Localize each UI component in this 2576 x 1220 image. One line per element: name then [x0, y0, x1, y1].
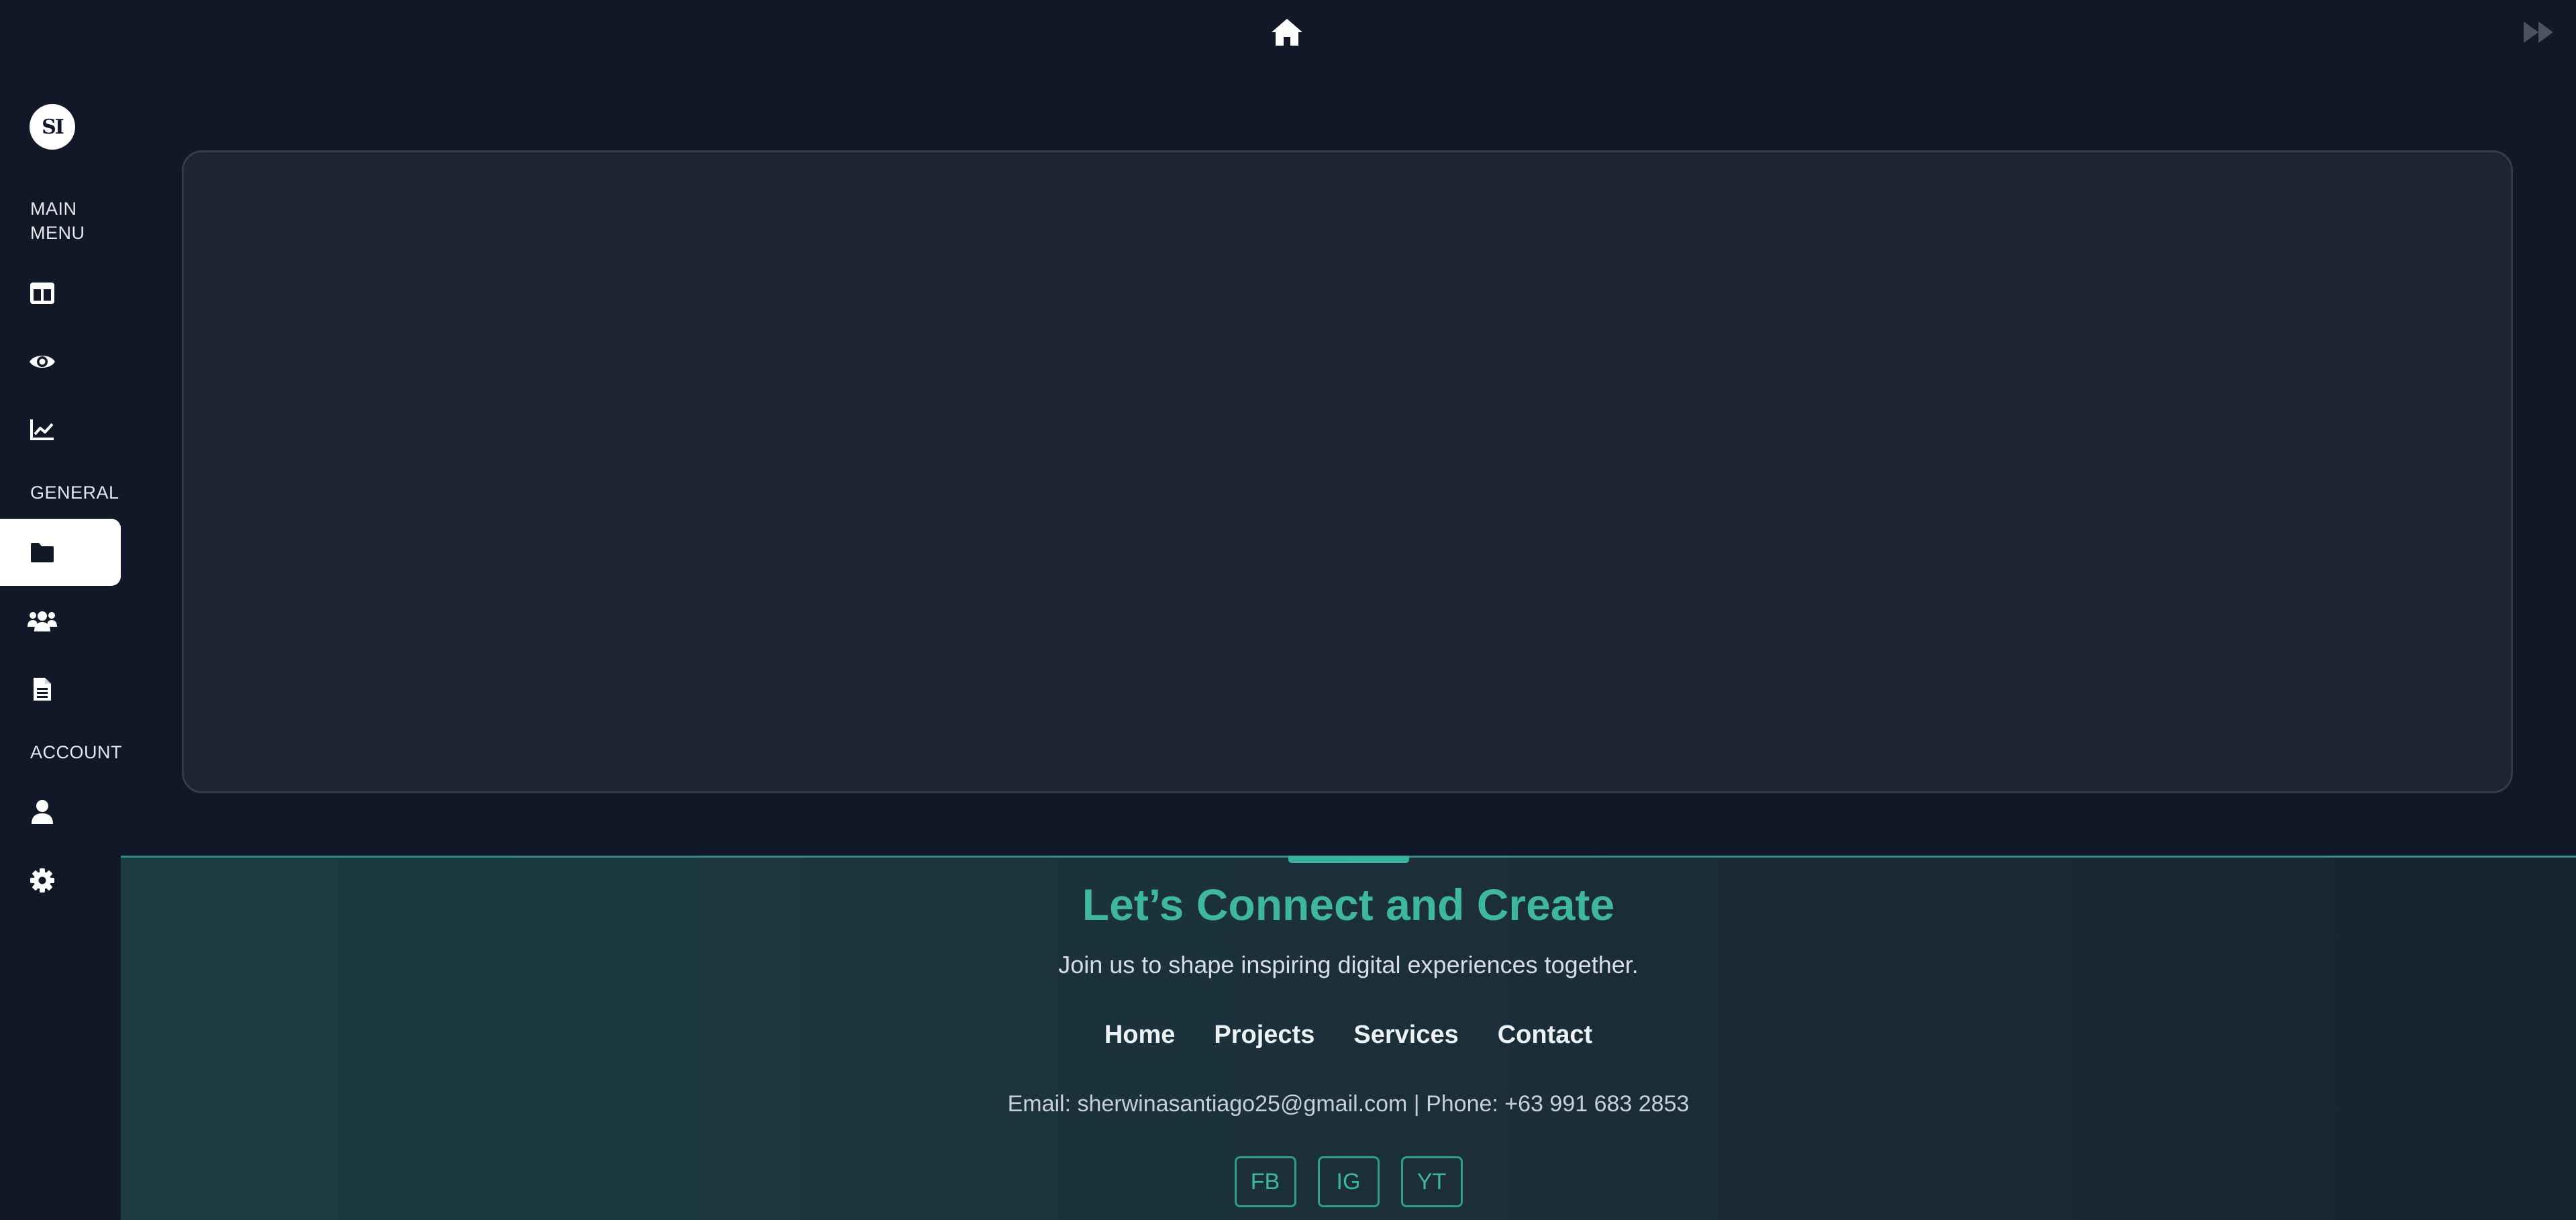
footer-link-services[interactable]: Services [1353, 1019, 1458, 1051]
fast-forward-icon [2524, 21, 2553, 43]
line-chart-icon [27, 414, 58, 445]
document-icon [27, 674, 58, 705]
footer-nav: Home Projects Services Contact [121, 1019, 2576, 1051]
logo[interactable]: SI [30, 104, 75, 150]
sidebar-item-dashboard[interactable] [0, 260, 121, 327]
footer-title: Let’s Connect and Create [1082, 880, 1615, 929]
footer-link-home[interactable]: Home [1104, 1019, 1176, 1051]
sidebar-item-profile[interactable] [0, 778, 121, 846]
footer-link-contact[interactable]: Contact [1498, 1019, 1592, 1051]
content-card [182, 150, 2513, 793]
home-button[interactable] [1266, 13, 1308, 51]
home-icon [1272, 19, 1302, 46]
sidebar-item-settings[interactable] [0, 847, 121, 914]
dashboard-icon [27, 278, 58, 309]
footer-subtitle: Join us to shape inspiring digital exper… [1058, 951, 1639, 978]
users-icon [27, 605, 58, 636]
folder-icon [27, 537, 58, 568]
sidebar: SI MAIN MENU GENERAL ACCOUNT [0, 0, 122, 1220]
sidebar-item-team[interactable] [0, 587, 121, 654]
section-label-general: GENERAL [30, 482, 119, 503]
gear-icon [27, 865, 58, 896]
footer-social-links: FB IG YT [121, 1156, 2576, 1207]
section-label-account: ACCOUNT [30, 742, 122, 762]
sidebar-item-projects[interactable] [0, 519, 121, 586]
sidebar-item-analytics[interactable] [0, 396, 121, 463]
footer: Let’s Connect and Create Join us to shap… [121, 856, 2576, 1220]
footer-contact-info: Email: sherwinasantiago25@gmail.com | Ph… [1007, 1091, 1690, 1117]
social-button-youtube[interactable]: YT [1400, 1156, 1463, 1207]
footer-link-projects[interactable]: Projects [1214, 1019, 1315, 1051]
sidebar-item-documents[interactable] [0, 656, 121, 723]
eye-icon [27, 346, 58, 377]
social-button-instagram[interactable]: IG [1317, 1156, 1380, 1207]
social-button-facebook[interactable]: FB [1234, 1156, 1296, 1207]
section-label-main-menu: MAIN MENU [30, 199, 85, 243]
user-icon [27, 797, 58, 827]
sidebar-item-overview[interactable] [0, 328, 121, 395]
next-button[interactable] [2518, 16, 2559, 48]
footer-accent-bar [1288, 856, 1409, 863]
